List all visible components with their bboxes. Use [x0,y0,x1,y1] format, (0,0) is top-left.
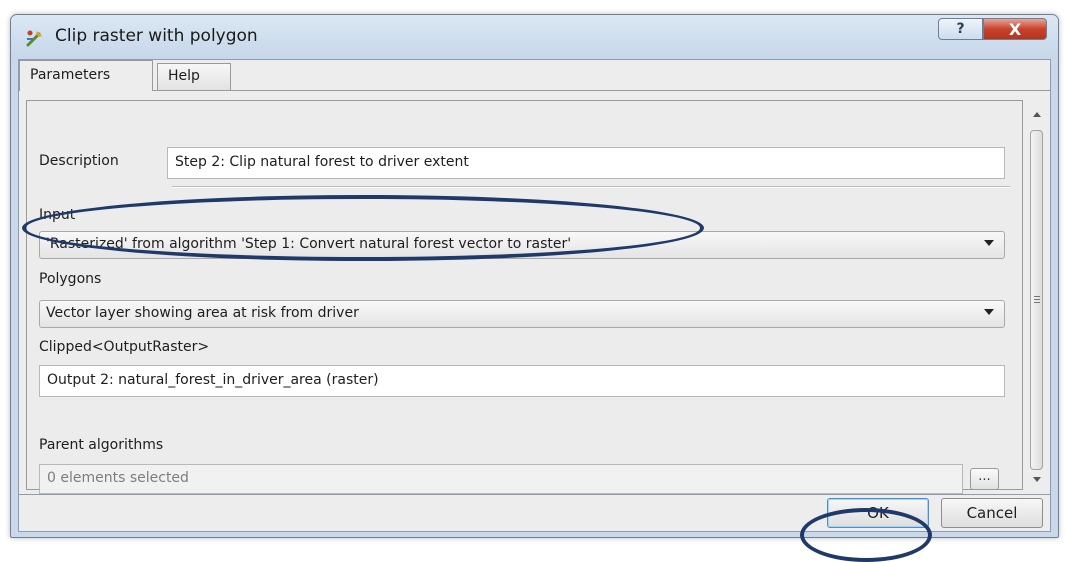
input-select-value: 'Rasterized' from algorithm 'Step 1: Con… [46,236,572,252]
processing-algorithm-icon [26,30,42,47]
question-mark-icon: ? [956,21,965,37]
input-select[interactable]: 'Rasterized' from algorithm 'Step 1: Con… [39,231,1005,259]
scrollbar-thumb[interactable] [1030,130,1043,470]
tab-help[interactable]: Help [157,63,231,90]
clipped-output-label: Clipped<OutputRaster> [39,339,210,355]
grip-line [1034,302,1040,303]
grip-line [1034,299,1040,300]
vertical-scrollbar[interactable] [1027,106,1047,490]
chevron-down-icon [984,240,994,246]
dialog-window: Clip raster with polygon ? X Parameters … [10,14,1059,538]
polygons-select[interactable]: Vector layer showing area at risk from d… [39,300,1005,328]
input-label: Input [39,207,76,223]
scroll-up-icon[interactable] [1033,112,1041,117]
scroll-down-icon[interactable] [1033,477,1041,482]
separator [172,186,1010,188]
grip-line [1034,296,1040,297]
description-label: Description [39,153,119,169]
dialog-client-area: Parameters Help Description Step 2: Clip… [18,59,1051,495]
context-help-button[interactable]: ? [938,18,983,40]
window-title: Clip raster with polygon [55,26,258,46]
tab-parameters[interactable]: Parameters [19,60,153,91]
cancel-button[interactable]: Cancel [941,498,1043,528]
close-button[interactable]: X [983,18,1047,40]
ok-button[interactable]: OK [827,498,929,528]
parent-algorithms-field: 0 elements selected [39,464,963,494]
browse-parent-algorithms-button[interactable]: ... [970,468,999,490]
tab-strip: Parameters Help [19,60,1050,91]
title-bar[interactable]: Clip raster with polygon ? X [11,15,1058,59]
button-bar: OK Cancel [18,495,1051,532]
parent-algorithms-label: Parent algorithms [39,437,164,453]
description-field[interactable]: Step 2: Clip natural forest to driver ex… [167,147,1005,179]
chevron-down-icon [984,309,994,315]
parameters-panel: Description Step 2: Clip natural forest … [26,100,1023,494]
clipped-output-field[interactable]: Output 2: natural_forest_in_driver_area … [39,365,1005,397]
polygons-select-value: Vector layer showing area at risk from d… [46,305,359,321]
close-icon: X [1008,19,1022,39]
polygons-label: Polygons [39,271,102,287]
